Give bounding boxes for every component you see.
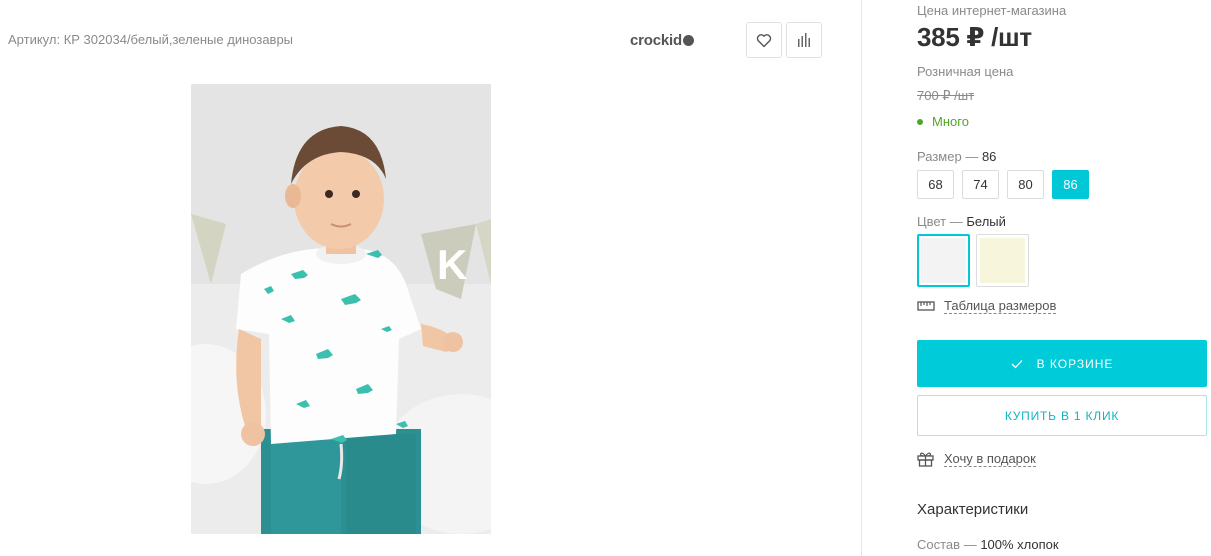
compare-button[interactable] (786, 22, 822, 58)
brand-logo[interactable]: crockid (630, 32, 694, 49)
in-cart-label: В КОРЗИНЕ (1036, 356, 1114, 371)
size-label: Размер — 86 (917, 149, 996, 164)
heart-icon (756, 33, 772, 47)
color-swatch-white[interactable] (917, 234, 970, 287)
size-selected: 86 (981, 149, 997, 164)
swatch-fill (980, 238, 1025, 283)
ruler-icon (917, 301, 935, 311)
size-option-74[interactable]: 74 (962, 170, 999, 199)
child-tshirt-photo: K (191, 84, 491, 534)
characteristic-dash: — (963, 537, 977, 552)
color-selected: Белый (966, 214, 1006, 229)
retail-price-label: Розничная цена (917, 64, 1014, 79)
gift-link-row: Хочу в подарок (917, 451, 1036, 467)
color-dash: — (949, 214, 963, 229)
buy-one-click-button[interactable]: КУПИТЬ В 1 КЛИК (917, 395, 1207, 436)
size-label-text: Размер (917, 149, 962, 164)
check-icon (1011, 359, 1023, 368)
in-cart-button[interactable]: В КОРЗИНЕ (917, 340, 1207, 387)
size-options: 68 74 80 86 (917, 170, 1089, 199)
gift-icon (917, 452, 934, 467)
swatch-fill (921, 238, 966, 283)
article-value: КР 302034/белый,зеленые динозавры (63, 32, 294, 47)
color-swatches (917, 234, 1029, 287)
characteristic-row: Состав — 100% хлопок (917, 537, 1059, 552)
svg-text:K: K (437, 241, 467, 288)
size-dash: — (965, 149, 979, 164)
online-price: 385 ₽ /шт (917, 22, 1032, 52)
color-label-text: Цвет (917, 214, 947, 229)
article-label: Артикул: (8, 32, 61, 47)
stock-status: Много (917, 114, 969, 129)
gift-link[interactable]: Хочу в подарок (944, 451, 1036, 467)
color-label: Цвет — Белый (917, 214, 1006, 229)
product-gallery-area: Артикул: КР 302034/белый,зеленые динозав… (0, 0, 862, 556)
size-option-68[interactable]: 68 (917, 170, 954, 199)
size-table-link-row: Таблица размеров (917, 298, 1057, 314)
characteristic-label: Состав (917, 537, 961, 552)
size-table-link[interactable]: Таблица размеров (944, 298, 1057, 314)
size-option-80[interactable]: 80 (1007, 170, 1044, 199)
stock-dot-icon (917, 118, 923, 125)
retail-price: 700 ₽ /шт (917, 88, 975, 103)
bar-chart-icon (798, 33, 810, 47)
online-price-label: Цена интернет-магазина (917, 3, 1067, 18)
product-photo[interactable]: K (191, 84, 491, 534)
characteristic-value: 100% хлопок (980, 537, 1059, 552)
size-option-86[interactable]: 86 (1052, 170, 1089, 199)
color-swatch-cream[interactable] (976, 234, 1029, 287)
stock-text: Много (932, 114, 969, 129)
characteristics-title: Характеристики (917, 501, 1029, 518)
article-number: Артикул: КР 302034/белый,зеленые динозав… (8, 32, 293, 47)
favorite-button[interactable] (746, 22, 782, 58)
